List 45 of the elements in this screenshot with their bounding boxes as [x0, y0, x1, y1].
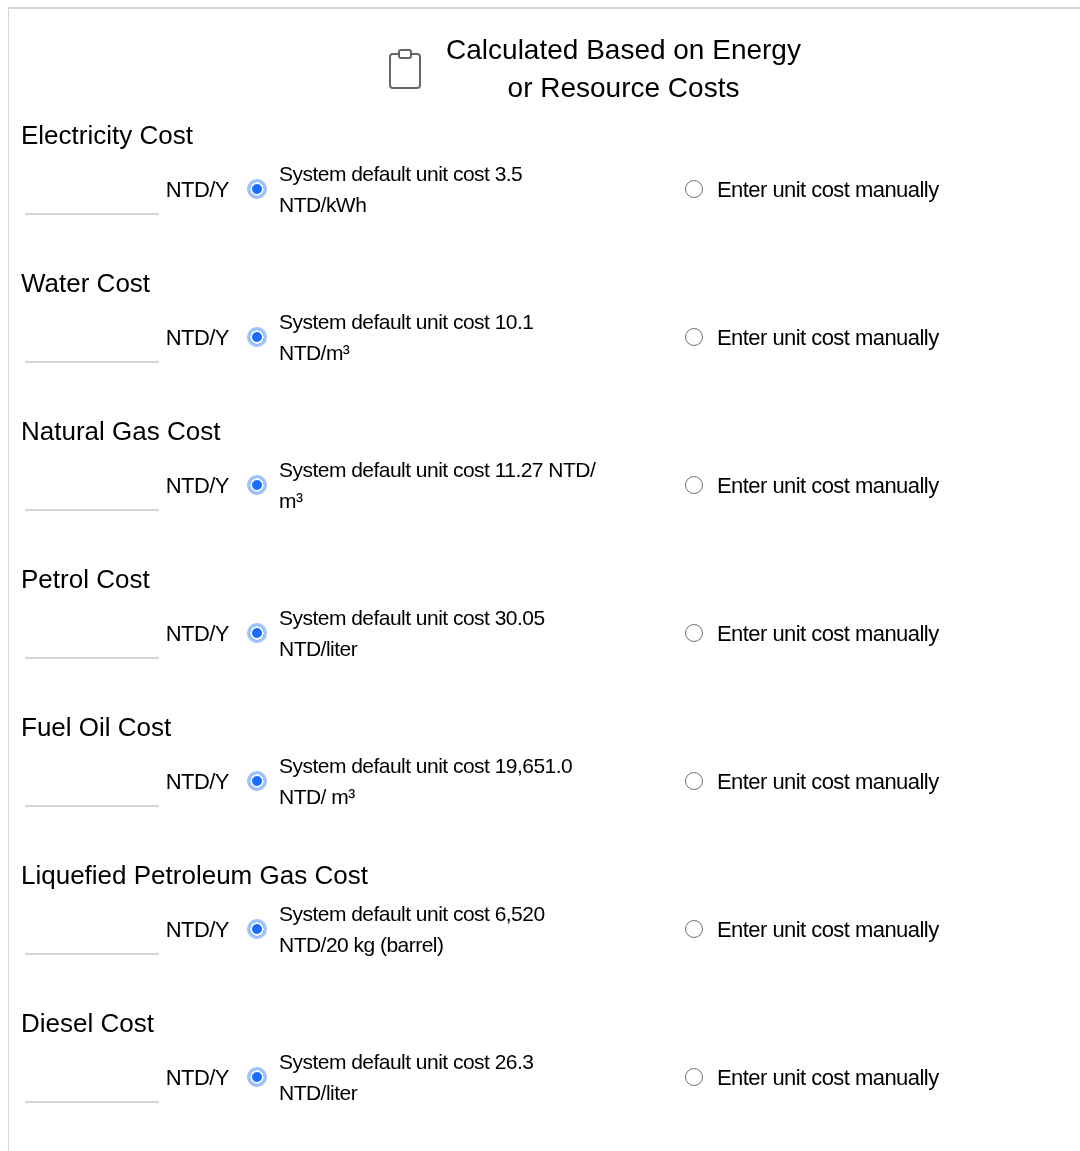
- unit-label: NTD/Y: [164, 471, 229, 500]
- section-title: Fuel Oil Cost: [20, 711, 172, 744]
- manual-cost-label: Enter unit cost manually: [717, 471, 939, 500]
- manual-cost-label: Enter unit cost manually: [717, 915, 939, 944]
- clipboard-icon: [388, 48, 423, 90]
- radio-button[interactable]: [247, 919, 267, 939]
- default-cost-label: System default unit cost 30.05 NTD/liter: [279, 605, 546, 662]
- section-title: Natural Gas Cost: [20, 415, 221, 448]
- default-cost-label: System default unit cost 19,651.0 NTD/ m³: [279, 753, 574, 810]
- radio-button[interactable]: [247, 179, 267, 199]
- radio-button[interactable]: [247, 475, 267, 495]
- section-title: Water Cost: [20, 267, 151, 300]
- unit-label: NTD/Y: [164, 1063, 229, 1092]
- default-cost-label: System default unit cost 11.27 NTD/ m³: [279, 457, 597, 514]
- default-cost-label: System default unit cost 6,520 NTD/20 kg (barrel): [279, 901, 546, 958]
- radio-button[interactable]: [685, 180, 703, 198]
- radio-button[interactable]: [685, 624, 703, 642]
- manual-cost-label: Enter unit cost manually: [717, 767, 939, 796]
- radio-button[interactable]: [247, 327, 267, 347]
- section-title: Diesel Cost: [20, 1007, 154, 1040]
- radio-button[interactable]: [685, 772, 703, 790]
- default-cost-label: System default unit cost 3.5 NTD/kWh: [279, 161, 524, 218]
- unit-label: NTD/Y: [164, 767, 229, 796]
- radio-button[interactable]: [685, 328, 703, 346]
- default-cost-label: System default unit cost 26.3 NTD/liter: [279, 1049, 535, 1106]
- default-cost-label: System default unit cost 10.1 NTD/m³: [279, 309, 535, 366]
- manual-cost-label: Enter unit cost manually: [717, 619, 939, 648]
- manual-cost-label: Enter unit cost manually: [717, 323, 939, 352]
- radio-button[interactable]: [247, 623, 267, 643]
- radio-button[interactable]: [685, 920, 703, 938]
- unit-label: NTD/Y: [164, 619, 229, 648]
- radio-button[interactable]: [247, 1067, 267, 1087]
- radio-button[interactable]: [247, 771, 267, 791]
- manual-cost-label: Enter unit cost manually: [717, 1063, 939, 1092]
- radio-button[interactable]: [685, 476, 703, 494]
- manual-cost-label: Enter unit cost manually: [717, 175, 939, 204]
- unit-label: NTD/Y: [164, 323, 229, 352]
- section-title: Electricity Cost: [20, 119, 193, 152]
- panel-title: Calculated Based on Energy: [446, 33, 801, 67]
- radio-button[interactable]: [685, 1068, 703, 1086]
- unit-label: NTD/Y: [164, 175, 229, 204]
- panel-title: or Resource Costs: [507, 71, 740, 105]
- unit-label: NTD/Y: [164, 915, 229, 944]
- section-title: Liquefied Petroleum Gas Cost: [20, 859, 368, 892]
- section-title: Petrol Cost: [20, 563, 150, 596]
